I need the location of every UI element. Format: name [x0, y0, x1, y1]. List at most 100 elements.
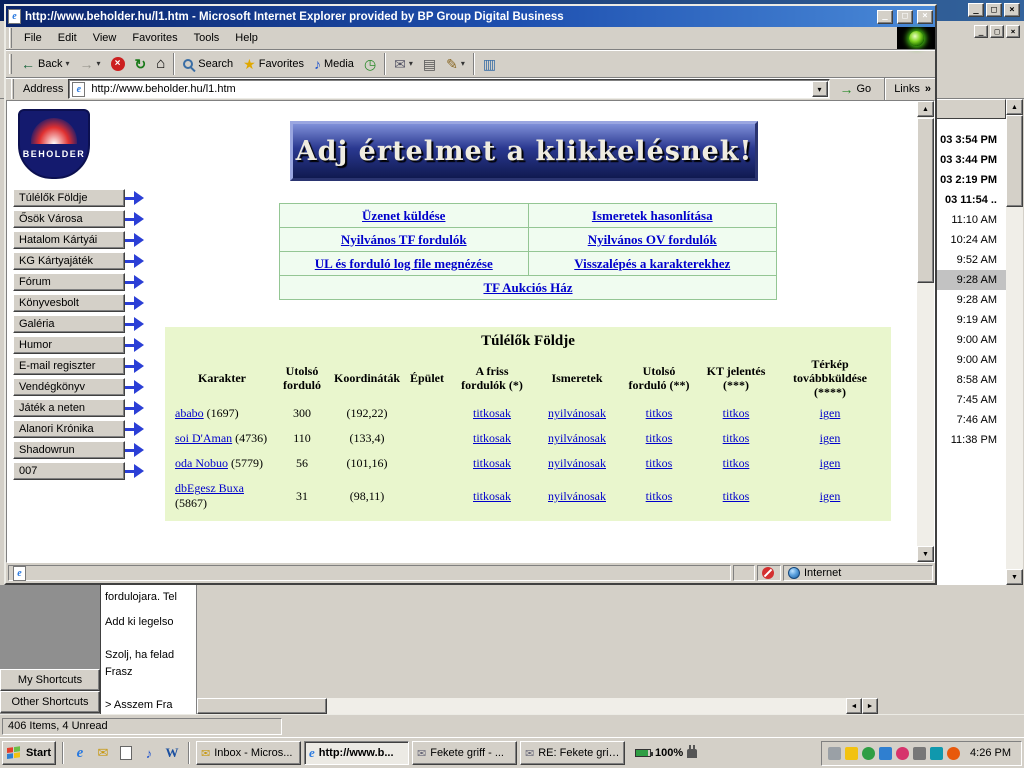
fresh-rounds-link[interactable]: titkosak [473, 406, 511, 420]
ie-titlebar[interactable]: e http://www.beholder.hu/l1.htm - Micros… [6, 6, 935, 27]
history-button[interactable]: ◷ [359, 52, 381, 76]
menu-view[interactable]: View [85, 29, 125, 47]
start-button[interactable]: Start [2, 741, 56, 765]
sidebar-item[interactable]: 007 [13, 462, 144, 480]
links-label[interactable]: Links [894, 83, 920, 95]
address-field[interactable]: e ▾ [68, 79, 829, 99]
sidebar-item[interactable]: Vendégkönyv [13, 378, 144, 396]
tray-updates-icon[interactable] [947, 747, 960, 760]
task-inbox[interactable]: ✉ Inbox - Micros... [196, 741, 301, 765]
sidebar-item[interactable]: Fórum [13, 273, 144, 291]
taskbar-clock[interactable]: 4:26 PM [964, 747, 1015, 759]
menu-help[interactable]: Help [227, 29, 266, 47]
discuss-button[interactable]: ▥ [478, 52, 501, 76]
sidebar-item[interactable]: Játék a neten [13, 399, 144, 417]
sidebar-item[interactable]: KG Kártyajáték [13, 252, 144, 270]
refresh-button[interactable]: ↻ [130, 52, 152, 76]
task-message-1[interactable]: ✉ Fekete griff - ... [412, 741, 517, 765]
tray-power-icon[interactable] [845, 747, 858, 760]
quick-link[interactable]: TF Aukciós Ház [483, 280, 572, 295]
tray-network-icon[interactable] [930, 747, 943, 760]
back-dropdown-icon[interactable]: ▾ [65, 59, 69, 68]
battery-meter[interactable]: 100% [628, 747, 704, 759]
quick-link[interactable]: Visszalépés a karakterekhez [574, 256, 730, 271]
edit-dropdown-icon[interactable]: ▾ [461, 59, 465, 68]
character-link[interactable]: oda Nobuo [175, 456, 228, 470]
tray-display-icon[interactable] [879, 747, 892, 760]
favorites-button[interactable]: ★ Favorites [238, 52, 309, 76]
map-forward-link[interactable]: igen [820, 489, 841, 503]
map-forward-link[interactable]: igen [820, 406, 841, 420]
menu-file[interactable]: File [16, 29, 50, 47]
last-round-link[interactable]: titkos [646, 456, 673, 470]
addressbar-grip[interactable] [11, 79, 14, 99]
map-forward-link[interactable]: igen [820, 456, 841, 470]
scroll-up-icon[interactable]: ▲ [917, 101, 934, 117]
kt-report-link[interactable]: titkos [723, 489, 750, 503]
scrollbar-thumb[interactable] [1006, 115, 1023, 207]
quicklaunch-show-desktop-icon[interactable] [116, 743, 136, 763]
scroll-down-icon[interactable]: ▼ [1006, 569, 1023, 585]
back-button[interactable]: ← Back ▾ [16, 52, 74, 76]
scrollbar-thumb[interactable] [917, 118, 934, 283]
quicklaunch-word-icon[interactable]: W [162, 743, 182, 763]
minimize-button[interactable]: _ [968, 3, 984, 17]
character-link[interactable]: soi D'Aman [175, 431, 232, 445]
knowledge-link[interactable]: nyilvánosak [548, 456, 606, 470]
sidebar-item[interactable]: Humor [13, 336, 144, 354]
beholder-logo[interactable]: BEHOLDER [11, 103, 97, 185]
fresh-rounds-link[interactable]: titkosak [473, 489, 511, 503]
knowledge-link[interactable]: nyilvánosak [548, 489, 606, 503]
last-round-link[interactable]: titkos [646, 406, 673, 420]
outlook-horizontal-scrollbar[interactable]: ◄ ► [197, 698, 878, 714]
kt-report-link[interactable]: titkos [723, 406, 750, 420]
stop-button[interactable]: × [106, 52, 130, 76]
menu-favorites[interactable]: Favorites [124, 29, 185, 47]
scroll-up-icon[interactable]: ▲ [1006, 99, 1023, 115]
mail-dropdown-icon[interactable]: ▾ [409, 59, 413, 68]
last-round-link[interactable]: titkos [646, 489, 673, 503]
address-dropdown-icon[interactable]: ▾ [812, 81, 828, 97]
menu-tools[interactable]: Tools [186, 29, 228, 47]
sidebar-item[interactable]: Könyvesbolt [13, 294, 144, 312]
links-chevron-icon[interactable]: » [925, 83, 931, 95]
knowledge-link[interactable]: nyilvánosak [548, 406, 606, 420]
tray-printer-icon[interactable] [828, 747, 841, 760]
character-link[interactable]: ababo [175, 406, 204, 420]
home-button[interactable]: ⌂ [151, 52, 170, 76]
quick-link[interactable]: UL és forduló log file megnézése [315, 256, 493, 271]
menubar-grip[interactable] [9, 28, 12, 48]
child-close-button[interactable]: × [1006, 25, 1020, 38]
sidebar-item[interactable]: Ősök Városa [13, 210, 144, 228]
tray-volume-icon[interactable] [913, 747, 926, 760]
tray-antivirus-icon[interactable] [862, 747, 875, 760]
sidebar-item[interactable]: Hatalom Kártyái [13, 231, 144, 249]
sidebar-item[interactable]: Túlélők Földje [13, 189, 144, 207]
scroll-right-icon[interactable]: ► [862, 698, 878, 714]
sidebar-item[interactable]: E-mail regiszter [13, 357, 144, 375]
quick-link[interactable]: Üzenet küldése [362, 208, 445, 223]
map-forward-link[interactable]: igen [820, 431, 841, 445]
quick-link[interactable]: Ismeretek hasonlítása [592, 208, 713, 223]
quicklaunch-outlook-icon[interactable]: ✉ [93, 743, 113, 763]
minimize-button[interactable]: _ [877, 10, 893, 24]
quick-link[interactable]: Nyilvános TF fordulók [341, 232, 467, 247]
scroll-left-icon[interactable]: ◄ [846, 698, 862, 714]
fresh-rounds-link[interactable]: titkosak [473, 456, 511, 470]
menu-edit[interactable]: Edit [50, 29, 85, 47]
child-restore-button[interactable]: □ [990, 25, 1004, 38]
quicklaunch-media-icon[interactable]: ♪ [139, 743, 159, 763]
other-shortcuts-button[interactable]: Other Shortcuts [0, 691, 100, 713]
go-button[interactable]: → Go [835, 79, 877, 99]
kt-report-link[interactable]: titkos [723, 431, 750, 445]
quick-link[interactable]: Nyilvános OV fordulók [588, 232, 717, 247]
knowledge-link[interactable]: nyilvánosak [548, 431, 606, 445]
maximize-button[interactable]: □ [897, 10, 913, 24]
maximize-button[interactable]: □ [986, 3, 1002, 17]
my-shortcuts-button[interactable]: My Shortcuts [0, 669, 100, 691]
tray-messenger-icon[interactable] [896, 747, 909, 760]
mail-button[interactable]: ✉ ▾ [389, 52, 418, 76]
task-message-2[interactable]: ✉ RE: Fekete grif... [520, 741, 625, 765]
sidebar-item[interactable]: Alanori Krónika [13, 420, 144, 438]
kt-report-link[interactable]: titkos [723, 456, 750, 470]
